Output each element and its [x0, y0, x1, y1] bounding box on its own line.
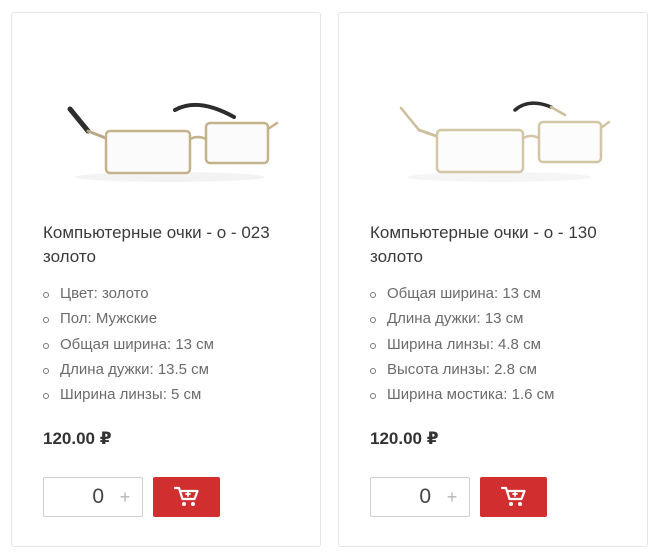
- add-to-cart-button[interactable]: [153, 477, 220, 517]
- product-price: 120.00 ₽: [43, 429, 112, 448]
- product-card: Компьютерные очки - о - 023 золото Цвет:…: [11, 12, 321, 547]
- product-title[interactable]: Компьютерные очки - о - 023 золото: [43, 221, 293, 269]
- product-card: Компьютерные очки - о - 130 золото Общая…: [338, 12, 648, 547]
- product-image[interactable]: [12, 73, 320, 203]
- spec-item: Цвет: золото: [43, 281, 214, 306]
- product-specs: Цвет: золото Пол: Мужские Общая ширина: …: [43, 281, 214, 407]
- spec-item: Пол: Мужские: [43, 306, 214, 331]
- spec-item: Длина дужки: 13.5 см: [43, 357, 214, 382]
- spec-item: Общая ширина: 13 см: [43, 332, 214, 357]
- spec-item: Ширина линзы: 5 см: [43, 382, 214, 407]
- shopping-cart-icon: [500, 486, 526, 506]
- increment-button[interactable]: +: [445, 478, 459, 516]
- product-title[interactable]: Компьютерные очки - о - 130 золото: [370, 221, 620, 269]
- product-price: 120.00 ₽: [370, 429, 439, 448]
- increment-button[interactable]: +: [118, 478, 132, 516]
- spec-item: Ширина линзы: 4.8 см: [370, 332, 554, 357]
- spec-item: Ширина мостика: 1.6 см: [370, 382, 554, 407]
- quantity-input[interactable]: 0: [371, 478, 441, 516]
- spec-item: Длина дужки: 13 см: [370, 306, 554, 331]
- eyeglasses-icon: [67, 102, 279, 182]
- product-image[interactable]: [339, 73, 647, 203]
- quantity-stepper: 0 +: [43, 477, 143, 517]
- quantity-input[interactable]: 0: [44, 478, 114, 516]
- spec-item: Высота линзы: 2.8 см: [370, 357, 554, 382]
- eyeglasses-icon: [399, 101, 611, 182]
- product-specs: Общая ширина: 13 см Длина дужки: 13 см Ш…: [370, 281, 554, 407]
- add-to-cart-button[interactable]: [480, 477, 547, 517]
- shopping-cart-icon: [173, 486, 199, 506]
- spec-item: Общая ширина: 13 см: [370, 281, 554, 306]
- quantity-stepper: 0 +: [370, 477, 470, 517]
